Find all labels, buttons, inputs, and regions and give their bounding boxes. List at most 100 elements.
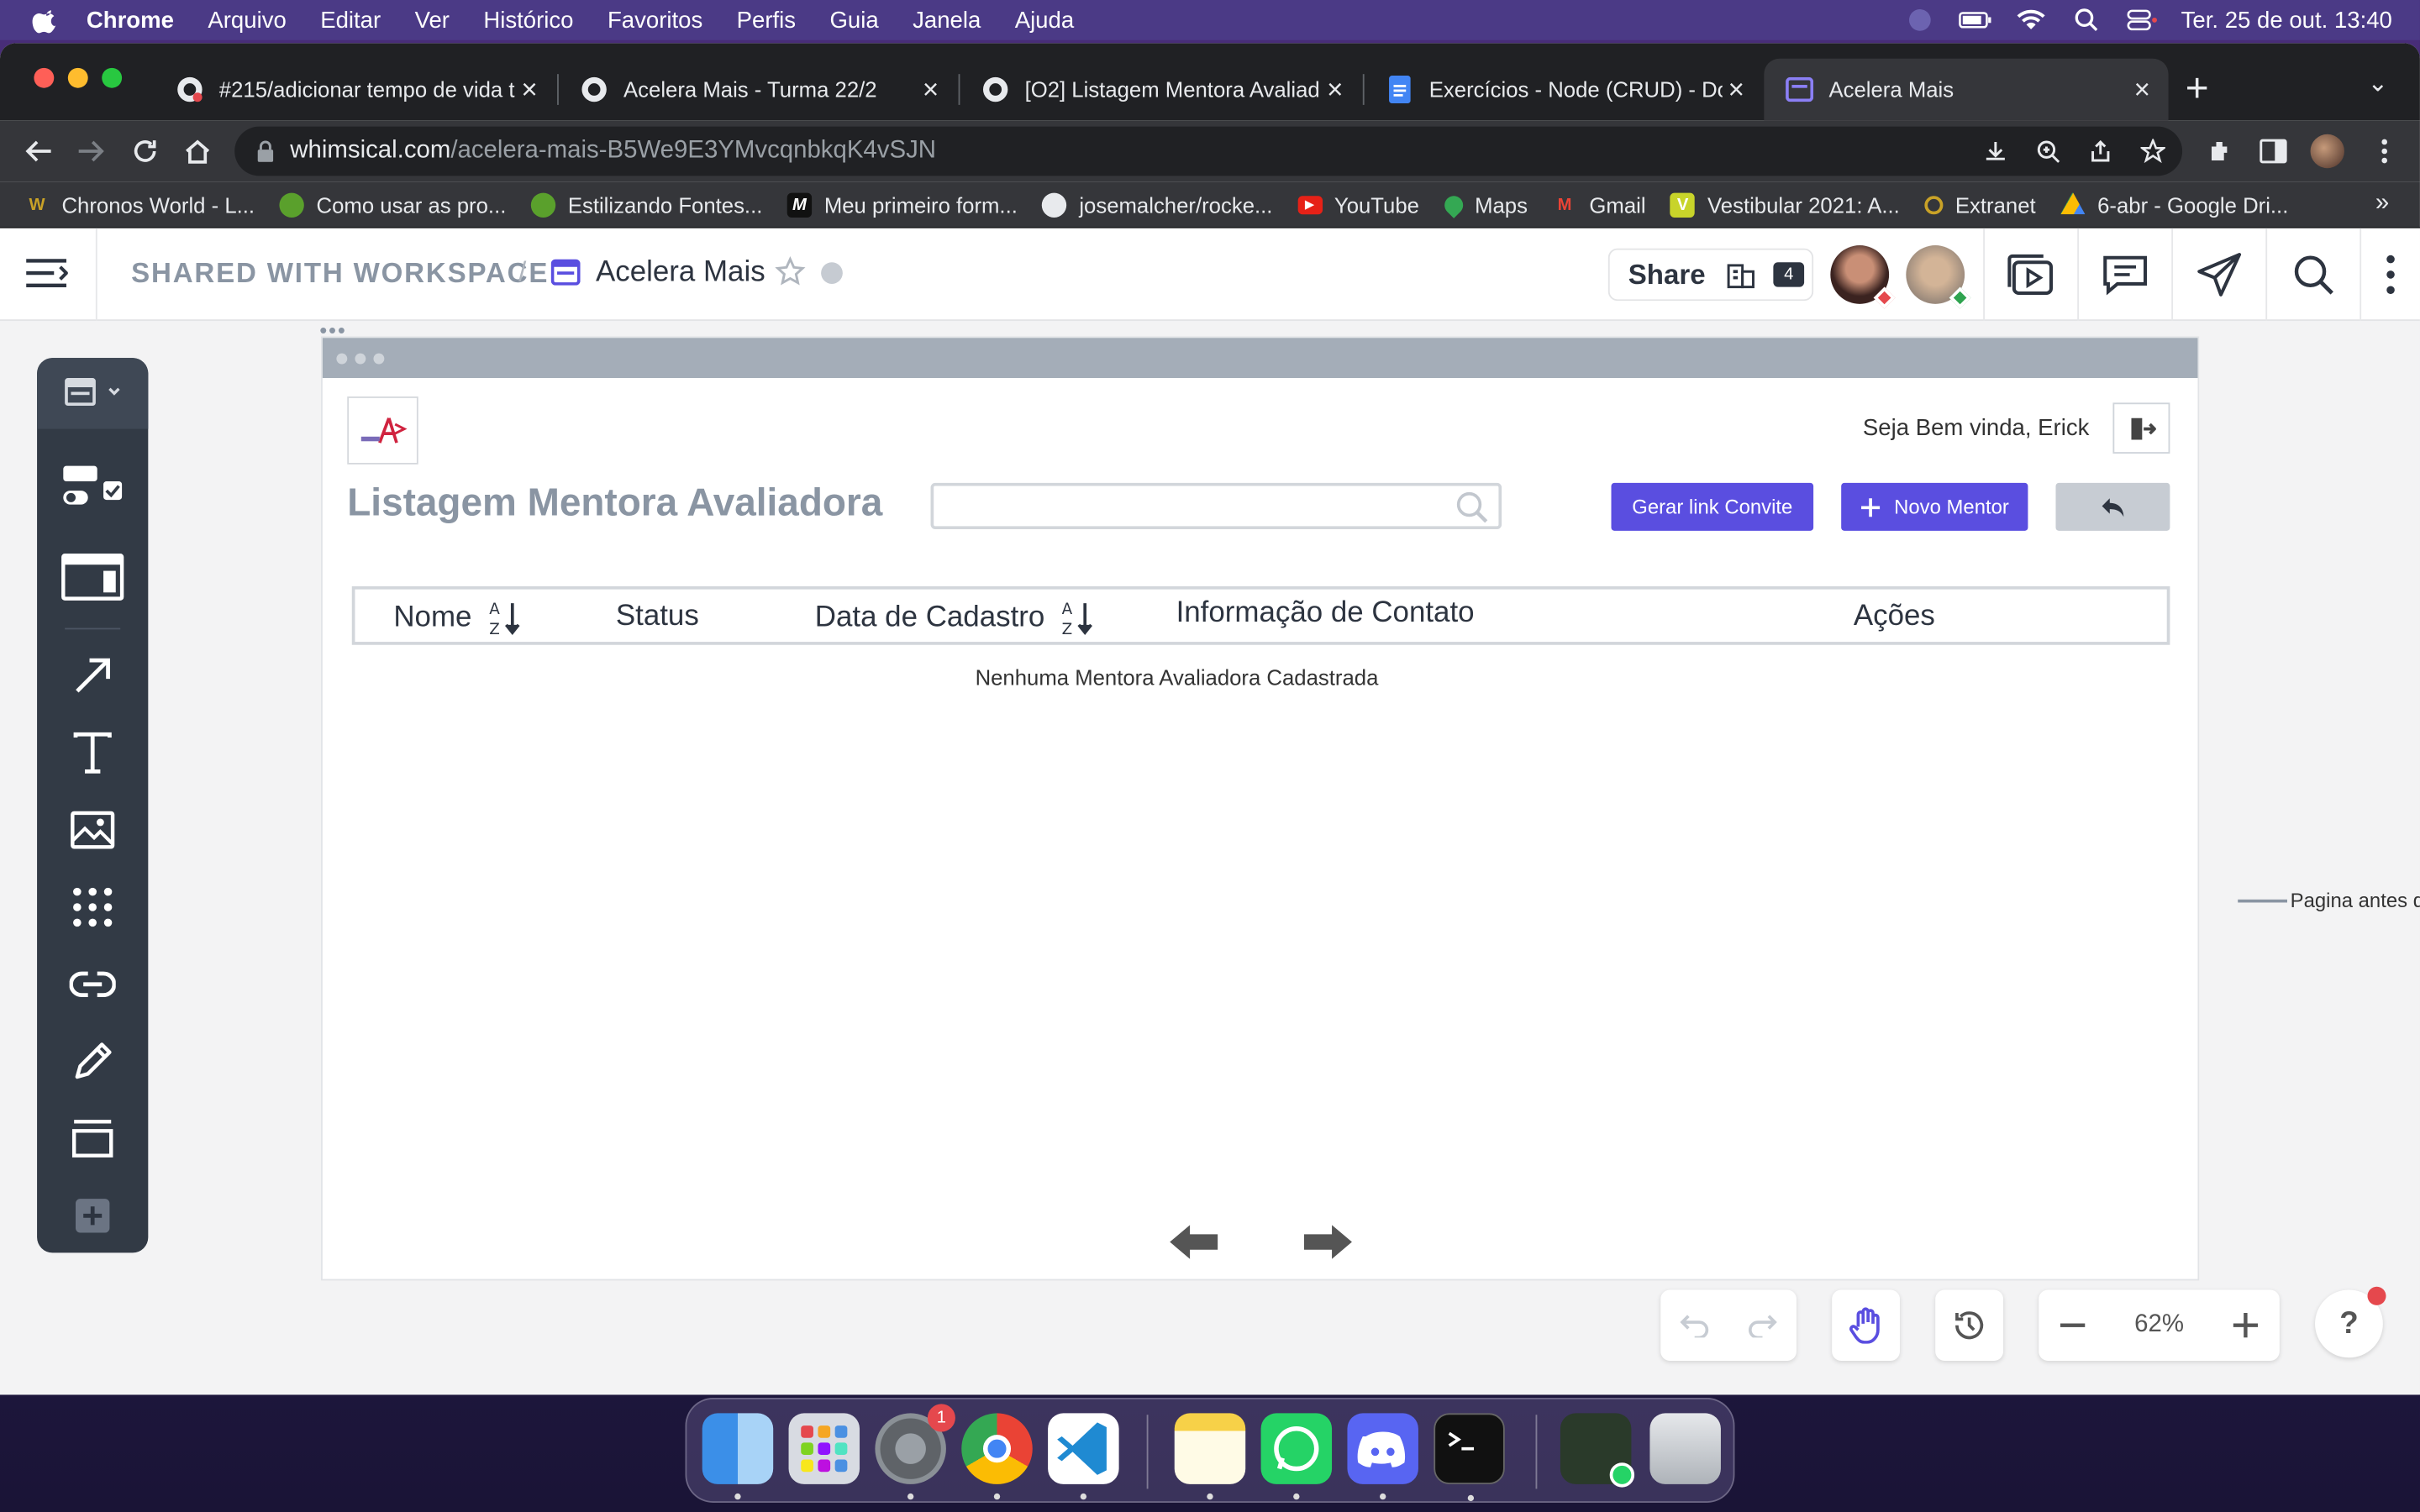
menu-guia[interactable]: Guia	[829, 7, 878, 33]
launchpad-icon[interactable]	[788, 1413, 860, 1484]
search-input[interactable]	[930, 482, 1502, 529]
bookmark-item[interactable]: ▶ YouTube	[1297, 192, 1419, 217]
zoom-in-button[interactable]	[2212, 1289, 2280, 1360]
search-icon[interactable]	[1455, 491, 1489, 524]
bookmark-item[interactable]: V Vestibular 2021: A...	[1670, 192, 1900, 218]
spotlight-search-icon[interactable]	[2070, 8, 2103, 32]
browser-tab[interactable]: #215/adicionar tempo de vida t ×	[155, 59, 556, 120]
menu-editar[interactable]: Editar	[320, 7, 381, 33]
column-header-contato[interactable]: Informação de Contato	[1176, 597, 1475, 631]
add-more-tools-button[interactable]	[59, 1185, 127, 1247]
generate-invite-link-button[interactable]: Gerar link Convite	[1611, 482, 1814, 531]
favorite-star-icon[interactable]	[775, 256, 806, 287]
forward-button[interactable]	[74, 134, 108, 168]
browser-tab-active[interactable]: Acelera Mais ×	[1764, 58, 2169, 121]
whatsapp-icon[interactable]	[1260, 1413, 1333, 1500]
chrome-menu-icon[interactable]	[2367, 134, 2401, 168]
bookmark-item[interactable]: Extranet	[1924, 192, 2036, 217]
menubar-clock[interactable]: Ter. 25 de out. 13:40	[2181, 7, 2392, 33]
menu-perfis[interactable]: Perfis	[737, 7, 796, 33]
recent-window-thumbnail[interactable]	[1560, 1413, 1635, 1488]
column-header-nome[interactable]: Nome AZ	[393, 600, 524, 638]
new-tab-button[interactable]: +	[2186, 65, 2209, 113]
image-tool[interactable]	[59, 799, 127, 860]
collaborator-avatar[interactable]	[1906, 245, 1971, 309]
column-header-acoes[interactable]: Ações	[1854, 600, 1935, 633]
install-app-icon[interactable]	[1981, 137, 2009, 165]
wireframe-components-tool[interactable]	[59, 457, 127, 518]
wireframe-library-selector[interactable]	[37, 358, 149, 429]
version-history-button[interactable]	[1935, 1289, 2004, 1361]
menu-ver[interactable]: Ver	[415, 7, 450, 33]
close-window-button[interactable]	[34, 67, 55, 88]
bookmark-item[interactable]: M Gmail	[1552, 192, 1646, 217]
more-menu-icon[interactable]	[2360, 228, 2420, 322]
bookmark-item[interactable]: Maps	[1439, 191, 1528, 218]
menu-historico[interactable]: Histórico	[483, 7, 573, 33]
wifi-icon[interactable]	[2014, 8, 2048, 32]
board-title[interactable]: Acelera Mais	[596, 256, 765, 290]
close-tab-icon[interactable]: ×	[917, 73, 944, 106]
section-tool[interactable]	[59, 1108, 127, 1169]
previous-page-arrow-icon[interactable]	[1168, 1224, 1220, 1261]
present-button[interactable]	[1983, 228, 2075, 322]
search-icon[interactable]	[2265, 228, 2358, 322]
hand-tool-button[interactable]	[1832, 1289, 1900, 1361]
side-panel-icon[interactable]	[2256, 134, 2290, 168]
finder-icon[interactable]	[702, 1413, 774, 1500]
share-page-icon[interactable]	[2086, 137, 2114, 165]
profile-avatar[interactable]	[2310, 134, 2344, 169]
notes-icon[interactable]	[1174, 1413, 1246, 1500]
reload-button[interactable]	[128, 134, 161, 168]
bookmark-item[interactable]: Estilizando Fontes...	[530, 192, 762, 218]
close-tab-icon[interactable]: ×	[515, 73, 543, 106]
vscode-icon[interactable]	[1048, 1413, 1119, 1500]
bookmark-item[interactable]: 6-abr - Google Dri...	[2060, 192, 2288, 217]
send-feedback-icon[interactable]	[2171, 228, 2264, 322]
bookmark-item[interactable]: M Meu primeiro form...	[786, 192, 1018, 218]
undo-button[interactable]	[1660, 1289, 1728, 1360]
more-bookmarks-icon[interactable]: »	[2375, 190, 2389, 218]
battery-icon[interactable]	[1959, 8, 1992, 32]
chrome-icon[interactable]	[961, 1413, 1033, 1500]
sort-alpha-icon[interactable]: AZ	[487, 600, 524, 638]
control-center-icon[interactable]	[2126, 8, 2160, 32]
bookmark-item[interactable]: Como usar as pro...	[279, 192, 506, 218]
apple-icon[interactable]	[31, 6, 62, 34]
zoom-window-button[interactable]	[102, 67, 123, 88]
browser-tab[interactable]: Acelera Mais - Turma 22/2 ×	[559, 59, 957, 120]
system-preferences-icon[interactable]: 1	[875, 1404, 955, 1500]
sidebar-toggle-icon[interactable]	[24, 256, 68, 290]
menu-app-name[interactable]: Chrome	[87, 7, 174, 33]
extensions-icon[interactable]	[2204, 134, 2238, 168]
address-bar[interactable]: whimsical.com/acelera-mais-B5We9E3YMvcqn…	[234, 126, 2183, 176]
close-tab-icon[interactable]: ×	[1723, 73, 1750, 106]
column-header-status[interactable]: Status	[616, 600, 699, 633]
canvas-note-connector[interactable]: Pagina antes d	[2238, 889, 2420, 911]
tab-search-chevron-icon[interactable]: ⌄	[2367, 68, 2388, 99]
logout-icon[interactable]	[2112, 402, 2170, 454]
browser-tab[interactable]: [O2] Listagem Mentora Avaliad ×	[960, 59, 1361, 120]
menu-ajuda[interactable]: Ajuda	[1015, 7, 1074, 33]
terminal-icon[interactable]	[1434, 1413, 1505, 1502]
window-frame-tool[interactable]	[59, 546, 127, 607]
back-reply-button[interactable]	[2055, 482, 2170, 531]
breadcrumb-workspace[interactable]: SHARED WITH WORKSPACE	[131, 258, 549, 291]
arrow-tool[interactable]	[59, 645, 127, 706]
collaborator-avatar[interactable]	[1830, 245, 1896, 309]
zoom-icon[interactable]	[2034, 137, 2062, 165]
sort-alpha-icon[interactable]: AZ	[1060, 600, 1097, 638]
bookmark-item[interactable]: josemalcher/rocke...	[1042, 192, 1272, 218]
discord-icon[interactable]	[1347, 1413, 1418, 1500]
home-button[interactable]	[181, 134, 214, 168]
column-header-data-cadastro[interactable]: Data de Cadastro AZ	[815, 600, 1097, 638]
zoom-level[interactable]: 62%	[2107, 1311, 2212, 1339]
text-tool[interactable]	[59, 722, 127, 784]
new-mentor-button[interactable]: Novo Mentor	[1841, 482, 2028, 531]
menu-favoritos[interactable]: Favoritos	[608, 7, 702, 33]
lock-icon[interactable]	[256, 140, 275, 162]
back-button[interactable]	[22, 134, 55, 168]
bookmark-star-icon[interactable]	[2139, 137, 2167, 165]
link-tool[interactable]	[59, 953, 127, 1015]
comments-button[interactable]	[2077, 228, 2170, 322]
